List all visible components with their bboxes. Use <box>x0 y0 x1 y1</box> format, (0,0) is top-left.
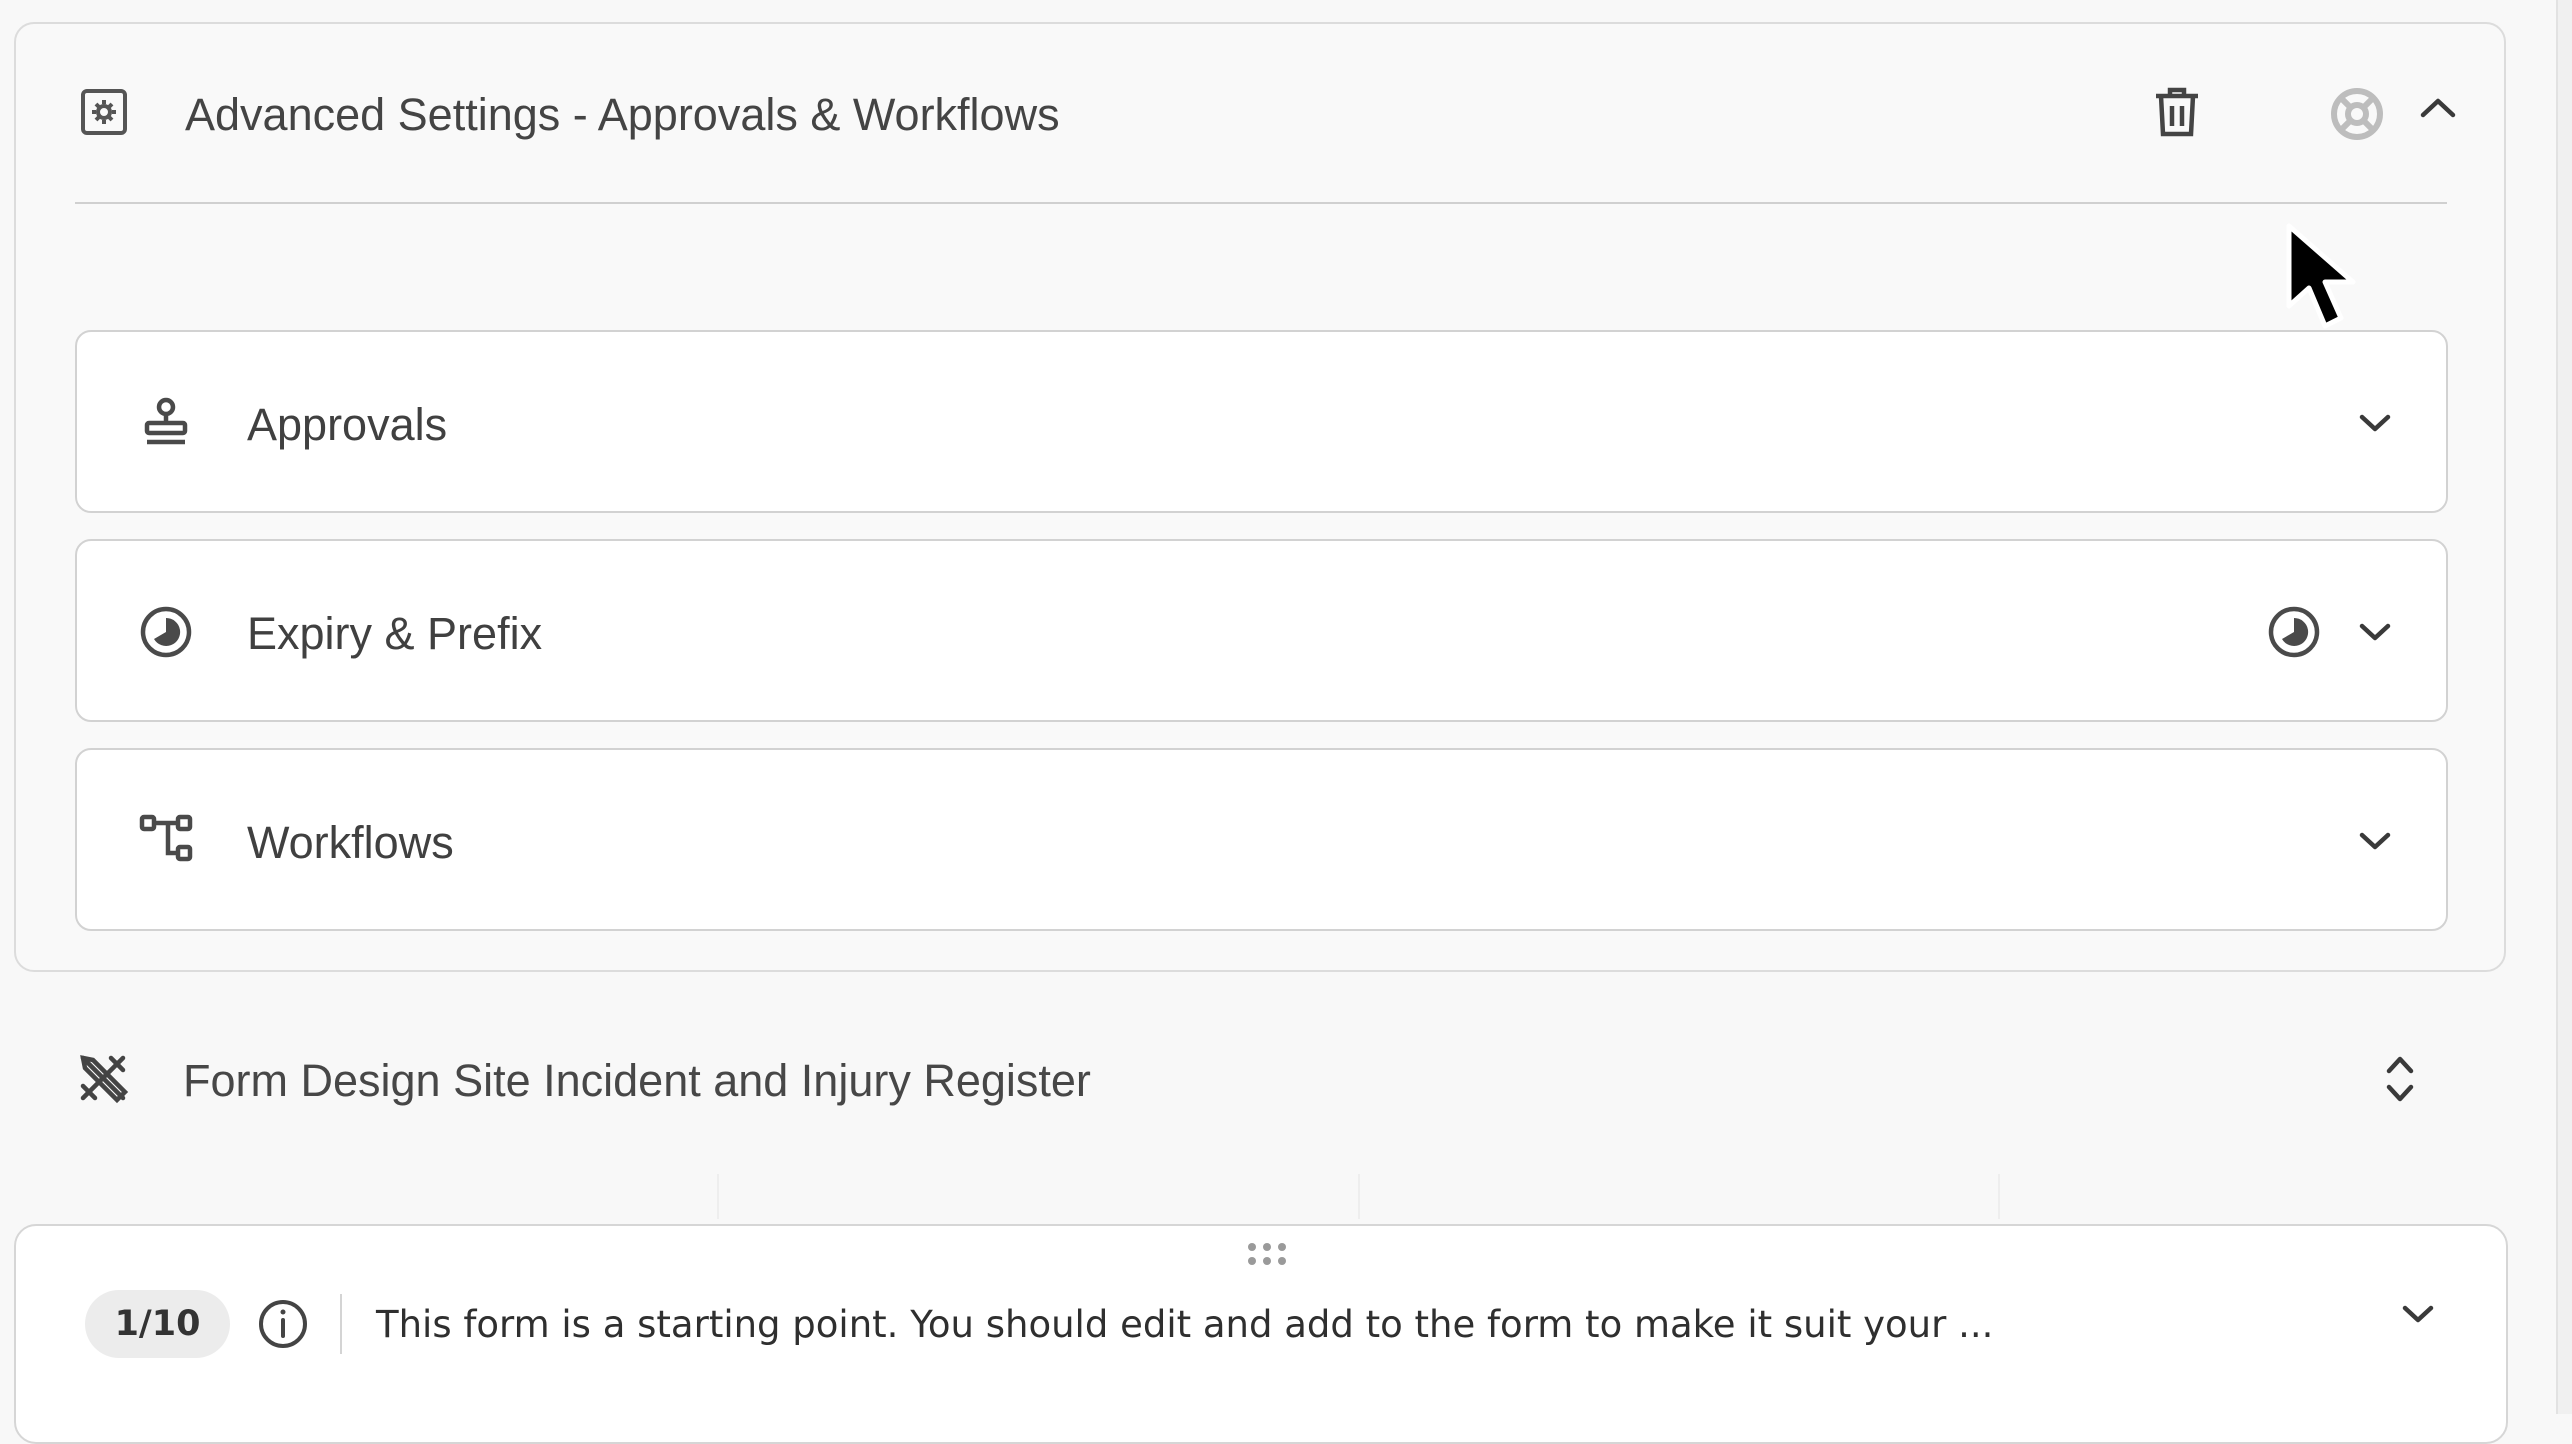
section-label: Approvals <box>247 399 448 450</box>
separator <box>340 1294 342 1354</box>
clock-half-icon <box>139 605 193 659</box>
drag-handle-icon[interactable] <box>1246 1241 1288 1267</box>
section-label: Expiry & Prefix <box>247 608 543 659</box>
settings-square-icon <box>80 88 128 136</box>
grid-line <box>1358 1174 1360 1219</box>
scroll-edge <box>2556 0 2572 1414</box>
chevron-down-icon[interactable] <box>2358 412 2392 434</box>
grid-line <box>1998 1174 2000 1219</box>
info-icon[interactable] <box>257 1298 309 1350</box>
panel-title: Advanced Settings - Approvals & Workflow… <box>185 89 1060 140</box>
grid-line <box>717 1174 719 1219</box>
chevron-down-icon[interactable] <box>2358 621 2392 643</box>
design-tools-icon <box>77 1052 129 1104</box>
tip-text: This form is a starting point. You shoul… <box>376 1303 1994 1346</box>
chevron-down-icon[interactable] <box>2401 1303 2435 1325</box>
expand-collapse-icon[interactable] <box>2383 1053 2417 1105</box>
stamp-icon <box>143 397 189 447</box>
chevron-up-icon[interactable] <box>2419 95 2457 121</box>
workflow-icon <box>139 814 195 864</box>
clock-half-icon <box>2267 605 2321 659</box>
header-divider <box>75 202 2447 204</box>
section-label: Workflows <box>247 817 454 868</box>
form-design-title: Form Design Site Incident and Injury Reg… <box>183 1055 1091 1106</box>
chevron-down-icon[interactable] <box>2358 830 2392 852</box>
tip-counter-badge: 1/10 <box>85 1290 230 1358</box>
lifebuoy-icon[interactable] <box>2330 87 2384 141</box>
cursor-icon <box>2285 222 2365 334</box>
trash-icon[interactable] <box>2154 86 2200 138</box>
